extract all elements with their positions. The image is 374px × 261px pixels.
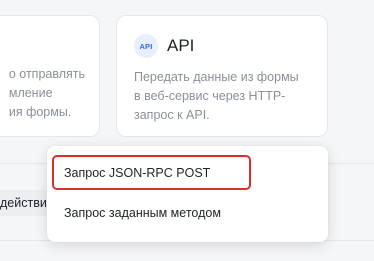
menu-item-custom-method[interactable]: Запрос заданным методом: [47, 206, 328, 220]
card-description: о отправлять мление ия формы.: [9, 65, 85, 122]
card-description-line: о отправлять: [8, 67, 85, 81]
card-description-line: Передать данные из формы: [134, 70, 299, 84]
card-description-line: запрос к API.: [134, 108, 210, 122]
card-description-line: ия формы.: [8, 105, 72, 119]
card-description-line: в веб-сервис через HTTP-: [134, 89, 286, 103]
card-description: Передать данные из формы в веб-сервис че…: [134, 68, 319, 125]
card-description-line: мление: [8, 86, 53, 100]
integration-card-api[interactable]: API API Передать данные из формы в веб-с…: [116, 15, 328, 137]
integration-card-left[interactable]: о отправлять мление ия формы.: [0, 15, 100, 137]
api-icon: API: [134, 34, 158, 58]
card-title: API: [167, 36, 195, 55]
integration-settings-screen: о отправлять мление ия формы. API API Пе…: [0, 0, 374, 261]
selection-highlight: [52, 155, 251, 190]
